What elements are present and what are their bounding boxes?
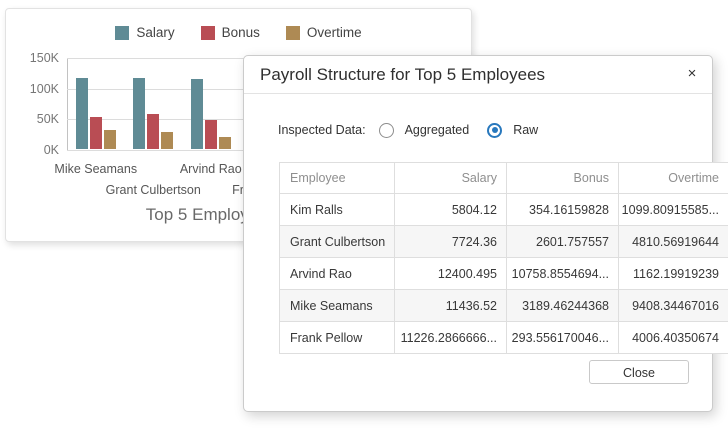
cell-employee: Arvind Rao	[280, 258, 395, 290]
bar-overtime-3[interactable]	[219, 137, 231, 150]
cell-employee: Kim Ralls	[280, 194, 395, 226]
y-tick-label: 100K	[16, 81, 59, 97]
legend-label: Bonus	[222, 25, 260, 40]
radio-icon-selected[interactable]	[487, 123, 502, 138]
dialog-title: Payroll Structure for Top 5 Employees	[260, 56, 545, 93]
legend-label: Overtime	[307, 25, 362, 40]
table-row[interactable]: Frank Pellow11226.2866666...293.55617004…	[280, 322, 728, 354]
legend-swatch-salary	[115, 26, 129, 40]
cell-employee: Grant Culbertson	[280, 226, 395, 258]
legend-item-bonus[interactable]: Bonus	[201, 25, 260, 40]
cell-value: 11226.2866666...	[395, 322, 507, 354]
radio-option-raw[interactable]: Raw	[487, 123, 538, 138]
payroll-table: EmployeeSalaryBonusOvertime Kim Ralls580…	[279, 162, 728, 354]
cell-value: 2601.757557	[507, 226, 619, 258]
column-header-salary[interactable]: Salary	[395, 163, 507, 194]
column-header-bonus[interactable]: Bonus	[507, 163, 619, 194]
cell-value: 3189.46244368	[507, 290, 619, 322]
bar-bonus-1[interactable]	[90, 117, 102, 149]
bar-bonus-2[interactable]	[147, 114, 159, 149]
inspected-data-radio-group: Aggregated Raw	[379, 123, 557, 138]
cell-value: 7724.36	[395, 226, 507, 258]
legend-item-salary[interactable]: Salary	[115, 25, 174, 40]
cell-value: 4810.56919644	[619, 226, 728, 258]
cell-value: 1162.19919239	[619, 258, 728, 290]
table-row[interactable]: Mike Seamans11436.523189.462443689408.34…	[280, 290, 728, 322]
bar-salary-2[interactable]	[133, 78, 145, 149]
cell-value: 5804.12	[395, 194, 507, 226]
legend-swatch-overtime	[286, 26, 300, 40]
bar-overtime-2[interactable]	[161, 132, 173, 150]
cell-value: 10758.8554694...	[507, 258, 619, 290]
radio-icon-unselected[interactable]	[379, 123, 394, 138]
cell-value: 1099.80915585...	[619, 194, 728, 226]
y-tick-label: 150K	[16, 50, 59, 66]
cell-value: 11436.52	[395, 290, 507, 322]
legend-item-overtime[interactable]: Overtime	[286, 25, 362, 40]
cell-employee: Mike Seamans	[280, 290, 395, 322]
bar-bonus-3[interactable]	[205, 120, 217, 149]
dialog-header: Payroll Structure for Top 5 Employees ×	[244, 56, 712, 94]
cell-employee: Frank Pellow	[280, 322, 395, 354]
bar-overtime-1[interactable]	[104, 130, 116, 150]
close-button[interactable]: Close	[589, 360, 689, 384]
chart-legend: Salary Bonus Overtime	[6, 25, 471, 40]
bar-salary-3[interactable]	[191, 79, 203, 149]
table-row[interactable]: Kim Ralls5804.12354.161598281099.8091558…	[280, 194, 728, 226]
inspected-data-label: Inspected Data:	[278, 123, 366, 137]
table-header-row: EmployeeSalaryBonusOvertime	[280, 163, 728, 194]
cell-value: 4006.40350674	[619, 322, 728, 354]
cell-value: 293.556170046...	[507, 322, 619, 354]
cell-value: 354.16159828	[507, 194, 619, 226]
column-header-overtime[interactable]: Overtime	[619, 163, 728, 194]
bar-salary-1[interactable]	[76, 78, 88, 149]
y-axis-line	[67, 58, 68, 150]
radio-label[interactable]: Aggregated	[405, 123, 470, 137]
inspected-data-row: Inspected Data: Aggregated Raw	[278, 122, 556, 138]
payroll-dialog: Payroll Structure for Top 5 Employees × …	[243, 55, 713, 412]
table-row[interactable]: Grant Culbertson7724.362601.7575574810.5…	[280, 226, 728, 258]
radio-option-aggregated[interactable]: Aggregated	[379, 123, 470, 138]
close-icon[interactable]: ×	[683, 65, 701, 83]
column-header-employee[interactable]: Employee	[280, 163, 395, 194]
cell-value: 12400.495	[395, 258, 507, 290]
table-row[interactable]: Arvind Rao12400.49510758.8554694...1162.…	[280, 258, 728, 290]
y-tick-label: 0K	[16, 142, 59, 158]
radio-label[interactable]: Raw	[513, 123, 538, 137]
legend-swatch-bonus	[201, 26, 215, 40]
legend-label: Salary	[136, 25, 174, 40]
y-tick-label: 50K	[16, 111, 59, 127]
cell-value: 9408.34467016	[619, 290, 728, 322]
